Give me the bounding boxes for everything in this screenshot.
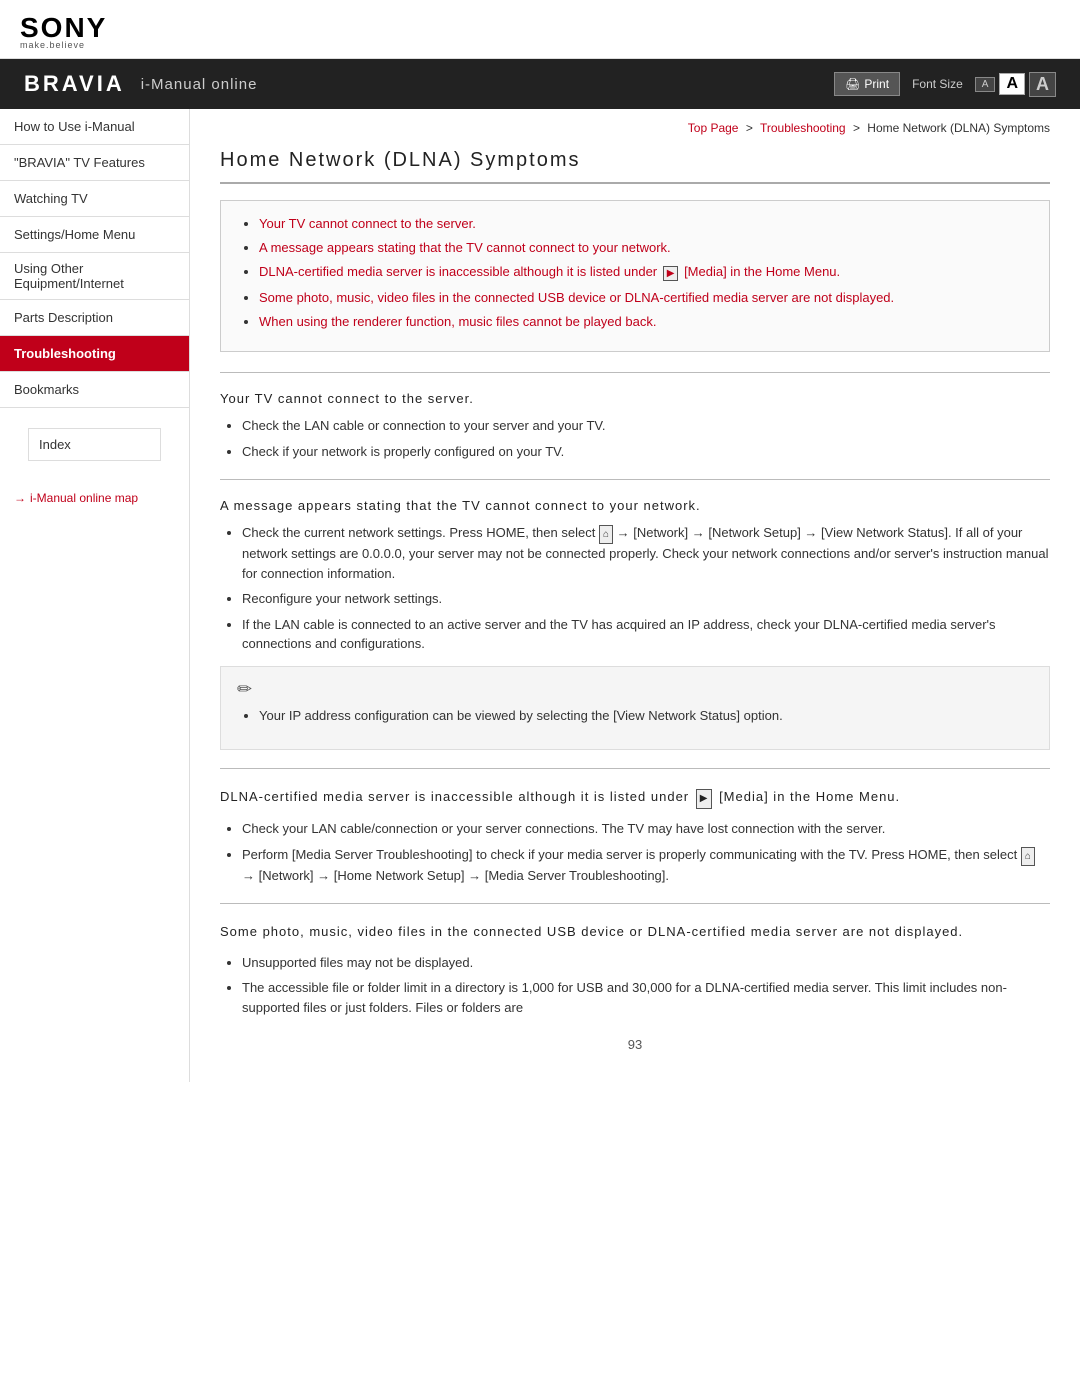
sidebar-item-how-to-use[interactable]: How to Use i-Manual xyxy=(0,109,189,145)
breadcrumb-top-page[interactable]: Top Page xyxy=(688,121,739,135)
list-item: If the LAN cable is connected to an acti… xyxy=(242,615,1050,654)
network-icon-2: ⌂ xyxy=(1021,847,1035,866)
list-item: When using the renderer function, music … xyxy=(259,313,1029,329)
section-2: A message appears stating that the TV ca… xyxy=(220,498,1050,750)
imanual-map-link[interactable]: → i-Manual online map xyxy=(0,481,189,515)
list-item: Your TV cannot connect to the server. xyxy=(259,215,1029,231)
sidebar-index-wrapper: Index xyxy=(0,408,189,481)
print-icon: 🖨 xyxy=(845,77,860,91)
section-2-bullets: Check the current network settings. Pres… xyxy=(220,523,1050,654)
section-3: DLNA-certified media server is inaccessi… xyxy=(220,787,1050,885)
banner-right: 🖨 Print Font Size A A A xyxy=(834,72,1056,97)
list-item: A message appears stating that the TV ca… xyxy=(259,239,1029,255)
sidebar-item-troubleshooting[interactable]: Troubleshooting xyxy=(0,336,189,372)
sony-logo: SONY make.believe xyxy=(20,12,1060,50)
section-3-heading: DLNA-certified media server is inaccessi… xyxy=(220,787,1050,809)
divider-4 xyxy=(220,903,1050,904)
breadcrumb: Top Page > Troubleshooting > Home Networ… xyxy=(220,121,1050,135)
note-icon: ✏ xyxy=(237,679,1033,700)
breadcrumb-sep1: > xyxy=(746,121,753,135)
media-icon-2: ▶ xyxy=(696,789,713,809)
divider-2 xyxy=(220,479,1050,480)
note-box: ✏ Your IP address configuration can be v… xyxy=(220,666,1050,751)
breadcrumb-sep2: > xyxy=(853,121,860,135)
list-item: Perform [Media Server Troubleshooting] t… xyxy=(242,845,1050,886)
network-icon: ⌂ xyxy=(599,525,613,544)
banner: BRAVIA i-Manual online 🖨 Print Font Size… xyxy=(0,59,1080,109)
section-1-bullets: Check the LAN cable or connection to you… xyxy=(220,416,1050,461)
section-4: Some photo, music, video files in the co… xyxy=(220,922,1050,1017)
section-1-heading: Your TV cannot connect to the server. xyxy=(220,391,1050,406)
breadcrumb-current: Home Network (DLNA) Symptoms xyxy=(867,121,1050,135)
link-item-1[interactable]: Your TV cannot connect to the server. xyxy=(259,216,476,231)
font-small-button[interactable]: A xyxy=(975,77,996,92)
font-size-buttons: A A A xyxy=(975,72,1056,97)
sidebar-item-bookmarks[interactable]: Bookmarks xyxy=(0,372,189,408)
section-2-heading: A message appears stating that the TV ca… xyxy=(220,498,1050,513)
arrow-right-icon: → xyxy=(14,491,26,505)
list-item: Check if your network is properly config… xyxy=(242,442,1050,462)
bravia-logo: BRAVIA xyxy=(24,71,125,97)
font-size-label: Font Size xyxy=(912,77,963,91)
link-item-2[interactable]: A message appears stating that the TV ca… xyxy=(259,240,671,255)
divider-3 xyxy=(220,768,1050,769)
list-item: DLNA-certified media server is inaccessi… xyxy=(259,263,1029,281)
note-bullets: Your IP address configuration can be vie… xyxy=(237,706,1033,726)
imanual-title: i-Manual online xyxy=(141,76,258,93)
sony-tagline: make.believe xyxy=(20,40,85,50)
sidebar-item-watching-tv[interactable]: Watching TV xyxy=(0,181,189,217)
list-item: Check your LAN cable/connection or your … xyxy=(242,819,1050,839)
sidebar: How to Use i-Manual "BRAVIA" TV Features… xyxy=(0,109,190,1082)
link-item-5[interactable]: When using the renderer function, music … xyxy=(259,314,656,329)
list-item: Some photo, music, video files in the co… xyxy=(259,289,1029,305)
sidebar-item-parts[interactable]: Parts Description xyxy=(0,300,189,336)
sidebar-item-settings[interactable]: Settings/Home Menu xyxy=(0,217,189,253)
breadcrumb-troubleshooting[interactable]: Troubleshooting xyxy=(760,121,846,135)
list-item: Check the current network settings. Pres… xyxy=(242,523,1050,583)
list-item: Reconfigure your network settings. xyxy=(242,589,1050,609)
sidebar-index[interactable]: Index xyxy=(28,428,161,461)
list-item: Unsupported files may not be displayed. xyxy=(242,953,1050,973)
section-4-bullets: Unsupported files may not be displayed. … xyxy=(220,953,1050,1018)
link-list: Your TV cannot connect to the server. A … xyxy=(241,215,1029,329)
print-button[interactable]: 🖨 Print xyxy=(834,72,900,96)
list-item: Check the LAN cable or connection to you… xyxy=(242,416,1050,436)
banner-left: BRAVIA i-Manual online xyxy=(24,71,257,97)
section-1: Your TV cannot connect to the server. Ch… xyxy=(220,391,1050,461)
section-3-bullets: Check your LAN cable/connection or your … xyxy=(220,819,1050,885)
link-box: Your TV cannot connect to the server. A … xyxy=(220,200,1050,352)
top-header: SONY make.believe xyxy=(0,0,1080,59)
sidebar-item-bravia-features[interactable]: "BRAVIA" TV Features xyxy=(0,145,189,181)
imanual-map-label: i-Manual online map xyxy=(30,491,138,505)
content-area: Top Page > Troubleshooting > Home Networ… xyxy=(190,109,1080,1082)
link-item-3[interactable]: DLNA-certified media server is inaccessi… xyxy=(259,264,840,279)
page-title: Home Network (DLNA) Symptoms xyxy=(220,149,1050,184)
divider-1 xyxy=(220,372,1050,373)
media-icon: ▶ xyxy=(663,266,679,281)
section-4-heading: Some photo, music, video files in the co… xyxy=(220,922,1050,943)
note-text: Your IP address configuration can be vie… xyxy=(259,706,1033,726)
link-item-4[interactable]: Some photo, music, video files in the co… xyxy=(259,290,894,305)
font-large-button[interactable]: A xyxy=(1029,72,1056,97)
page-number: 93 xyxy=(220,1037,1050,1052)
sidebar-item-other-equipment[interactable]: Using Other Equipment/Internet xyxy=(0,253,189,300)
list-item: The accessible file or folder limit in a… xyxy=(242,978,1050,1017)
main-layout: How to Use i-Manual "BRAVIA" TV Features… xyxy=(0,109,1080,1082)
font-medium-button[interactable]: A xyxy=(999,73,1025,95)
